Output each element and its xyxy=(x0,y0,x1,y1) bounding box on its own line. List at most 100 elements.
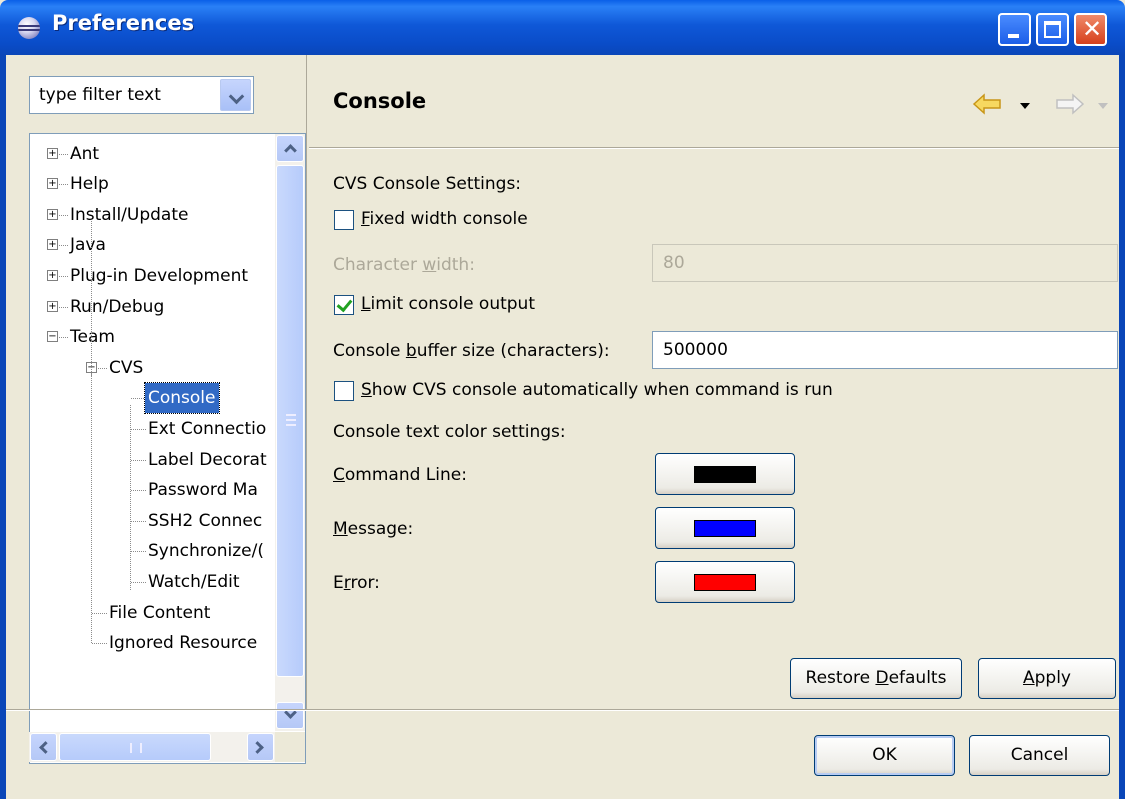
color-swatch xyxy=(694,520,756,537)
tree-item[interactable]: + Install/Update xyxy=(30,200,305,230)
forward-history-dropdown[interactable] xyxy=(1098,103,1108,109)
tree-vertical-scrollbar[interactable] xyxy=(275,134,305,731)
grip-icon xyxy=(286,414,296,426)
tree-item[interactable]: + Ant xyxy=(30,139,305,169)
error-color-label: Error: xyxy=(333,573,380,593)
vertical-scroll-thumb[interactable] xyxy=(276,165,304,677)
tree-item-label: Help xyxy=(70,174,109,195)
tree-horizontal-scrollbar[interactable] xyxy=(29,732,275,762)
chevron-down-icon[interactable] xyxy=(220,79,251,111)
tree-item-label: File Content xyxy=(109,602,211,623)
title-bar[interactable]: Preferences ✕ xyxy=(0,0,1125,55)
tree-connector xyxy=(131,582,146,583)
collapse-icon[interactable]: − xyxy=(47,331,58,343)
tree-item-label: Watch/Edit xyxy=(148,572,240,592)
tree-item-label: Password Ma xyxy=(148,480,258,501)
tree-item[interactable]: Watch/Edit xyxy=(30,567,305,597)
tree-connector xyxy=(91,374,92,644)
limit-output-label[interactable]: Limit console output xyxy=(361,294,535,314)
tree-item[interactable]: Synchronize/( xyxy=(30,536,305,566)
ok-button[interactable]: OK xyxy=(814,735,955,776)
scroll-left-button[interactable] xyxy=(30,733,57,761)
close-icon: ✕ xyxy=(1081,15,1103,43)
command-line-color-button[interactable] xyxy=(655,453,795,495)
tree-item-label: Ext Connectio xyxy=(148,419,267,439)
tree-item[interactable]: + Plug-in Development xyxy=(30,261,305,291)
back-history-dropdown[interactable] xyxy=(1020,103,1030,109)
tree-item-label: Run/Debug xyxy=(70,296,165,317)
tree-item-label: Install/Update xyxy=(70,204,189,225)
expand-icon[interactable]: + xyxy=(47,270,58,281)
fixed-width-label[interactable]: Fixed width console xyxy=(361,209,528,229)
expand-icon[interactable]: + xyxy=(47,178,58,190)
restore-defaults-button[interactable]: Restore Defaults xyxy=(790,658,962,699)
scroll-up-button[interactable] xyxy=(276,135,304,162)
tree-connector xyxy=(131,520,146,522)
cvs-console-settings-label: CVS Console Settings: xyxy=(333,174,522,194)
fixed-width-checkbox[interactable] xyxy=(334,210,354,230)
message-color-label: Message: xyxy=(333,519,414,539)
scroll-corner xyxy=(275,732,305,762)
buffer-size-label: Console buffer size (characters): xyxy=(333,341,610,361)
tree-connector xyxy=(91,221,92,377)
tree-item-label: Synchronize/( xyxy=(148,541,265,562)
show-console-automatically-checkbox[interactable] xyxy=(334,381,354,401)
chevron-left-icon xyxy=(39,741,52,754)
tree-connector xyxy=(131,551,146,553)
tree-item-label: Plug-in Development xyxy=(70,266,249,286)
scroll-right-button[interactable] xyxy=(247,733,274,761)
expand-icon[interactable]: + xyxy=(47,208,58,220)
maximize-button[interactable] xyxy=(1036,13,1069,46)
tree-item[interactable]: +General xyxy=(30,134,305,138)
tree-item[interactable]: SSH2 Connec xyxy=(30,506,305,536)
tree-connector xyxy=(130,404,131,591)
color-settings-label: Console text color settings: xyxy=(333,422,566,442)
tree-item[interactable]: − CVS xyxy=(30,353,305,383)
scroll-down-button[interactable] xyxy=(276,702,304,729)
footer-separator xyxy=(6,709,1119,711)
expand-icon[interactable]: + xyxy=(47,239,58,251)
back-arrow-icon[interactable] xyxy=(972,93,1004,115)
show-console-automatically-label[interactable]: Show CVS console automatically when comm… xyxy=(361,380,833,400)
tree-item-label: General xyxy=(67,134,140,138)
close-button[interactable]: ✕ xyxy=(1074,13,1107,46)
header-separator xyxy=(309,147,1119,149)
tree-item[interactable]: + Help xyxy=(30,169,305,199)
grip-icon xyxy=(130,743,142,753)
tree-item-label: Ignored Resource xyxy=(109,633,258,654)
filter-combo[interactable]: type filter text xyxy=(29,76,254,114)
tree-item[interactable]: Ext Connectio xyxy=(30,414,305,444)
message-color-button[interactable] xyxy=(655,507,795,549)
forward-arrow-icon[interactable] xyxy=(1053,93,1085,115)
color-swatch xyxy=(694,574,756,591)
horizontal-scroll-thumb[interactable] xyxy=(59,733,211,761)
minimize-button[interactable] xyxy=(998,13,1031,46)
tree-item[interactable]: Console xyxy=(30,382,305,415)
buffer-size-field[interactable]: 500000 xyxy=(652,331,1118,369)
tree-item[interactable]: + Java xyxy=(30,230,305,260)
apply-button[interactable]: Apply xyxy=(978,658,1116,699)
tree-item-label: Console xyxy=(144,382,220,415)
character-width-field[interactable]: 80 xyxy=(652,244,1118,282)
tree-item[interactable]: File Content xyxy=(30,598,305,628)
tree-item[interactable]: Label Decorat xyxy=(30,445,305,475)
error-color-button[interactable] xyxy=(655,561,795,603)
expand-icon[interactable]: + xyxy=(47,147,58,159)
tree-connector xyxy=(131,398,146,400)
tree-item[interactable]: + Run/Debug xyxy=(30,292,305,322)
tree-connector xyxy=(131,459,146,461)
tree-connector xyxy=(131,429,146,430)
tree-item[interactable]: Ignored Resource xyxy=(30,628,305,658)
command-line-color-label: Command Line: xyxy=(333,465,467,485)
tree-connector xyxy=(131,490,146,492)
tree-item-label: Java xyxy=(70,235,106,256)
filter-input[interactable]: type filter text xyxy=(39,85,161,105)
tree-item[interactable]: Password Ma xyxy=(30,475,305,505)
expand-icon[interactable]: + xyxy=(47,300,58,312)
tree-connector xyxy=(92,643,107,645)
limit-output-checkbox[interactable] xyxy=(334,295,354,315)
preferences-tree[interactable]: +General+Ant+Help+Install/Update+Java+Pl… xyxy=(29,133,306,764)
tree-item[interactable]: − Team xyxy=(30,322,305,352)
tree-item-label: CVS xyxy=(109,357,144,378)
cancel-button[interactable]: Cancel xyxy=(969,735,1110,776)
